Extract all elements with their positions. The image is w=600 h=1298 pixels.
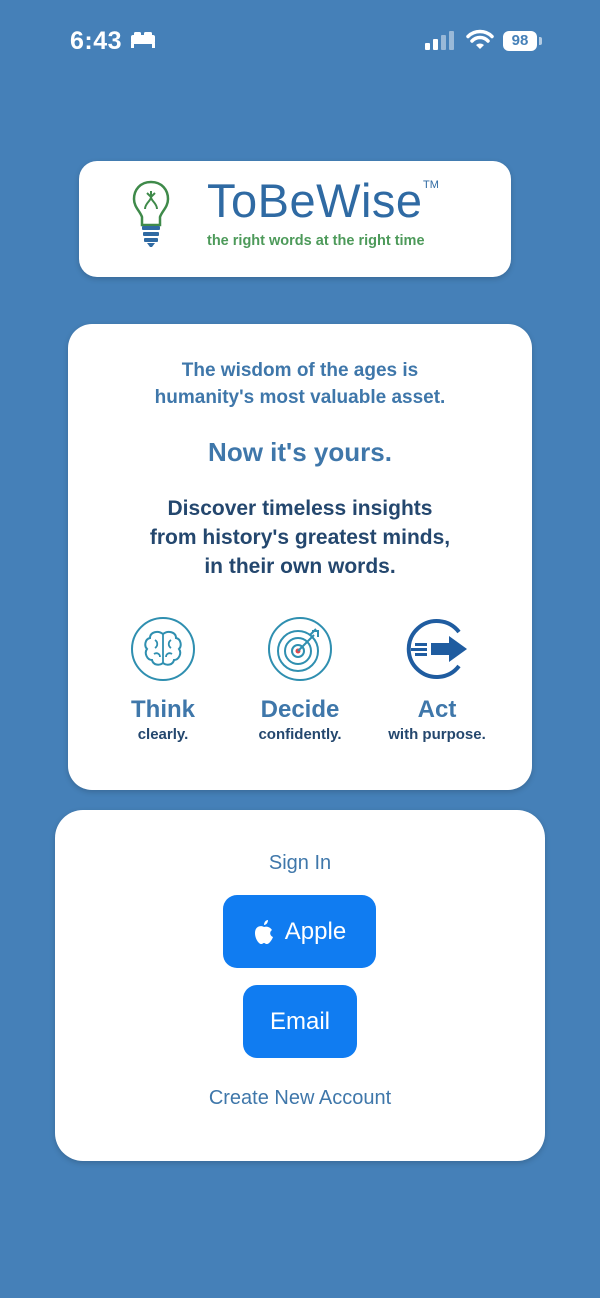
signin-card: Sign In Apple Email Create New Account	[55, 810, 545, 1161]
feature-think-subtitle: clearly.	[137, 726, 189, 743]
logo-card: ToBeWise TM the right words at the right…	[79, 161, 511, 277]
intro-text: The wisdom of the ages is humanity's mos…	[68, 357, 532, 411]
intro-card: The wisdom of the ages is humanity's mos…	[68, 324, 532, 790]
apple-signin-button[interactable]: Apple	[223, 895, 376, 968]
intro-line-2: humanity's most valuable asset.	[154, 387, 446, 408]
feature-decide-subtitle: confidently.	[258, 726, 342, 743]
brand-name: ToBeWise	[207, 174, 423, 227]
email-button-label: Email	[269, 1007, 330, 1035]
status-time: 6:43	[70, 27, 123, 55]
feature-decide: Decide confidently.	[225, 616, 375, 743]
apple-button-label: Apple	[284, 917, 347, 945]
battery-indicator: 98	[503, 31, 537, 51]
apple-icon	[254, 919, 273, 944]
cellular-signal-icon	[425, 31, 454, 50]
status-bar: 6:43 98	[0, 0, 600, 84]
signin-title: Sign In	[268, 852, 332, 874]
feature-think: Think clearly.	[88, 616, 238, 743]
create-account-link[interactable]: Create New Account	[55, 1087, 545, 1110]
discover-line-3: in their own words.	[204, 555, 396, 578]
email-signin-button[interactable]: Email	[243, 985, 357, 1058]
intro-line-1: The wisdom of the ages is	[181, 360, 419, 381]
wifi-icon	[466, 29, 494, 49]
brand-tagline: the right words at the right time	[207, 233, 425, 249]
trademark-mark: TM	[423, 179, 439, 191]
feature-act-title: Act	[417, 696, 457, 723]
headline: Now it's yours.	[208, 437, 392, 467]
feature-act-subtitle: with purpose.	[388, 726, 486, 743]
feature-think-title: Think	[131, 696, 195, 723]
target-icon	[268, 617, 332, 681]
brain-icon	[131, 617, 195, 681]
discover-line-2: from history's greatest minds,	[149, 526, 451, 549]
discover-line-1: Discover timeless insights	[167, 497, 433, 520]
arrow-icon	[406, 619, 467, 679]
feature-act: Act with purpose.	[362, 616, 512, 743]
feature-decide-title: Decide	[260, 696, 340, 723]
battery-tip	[539, 37, 542, 45]
lightbulb-icon	[132, 180, 170, 247]
discover-text: Discover timeless insights from history'…	[68, 494, 532, 581]
sleep-mode-icon	[131, 32, 155, 48]
